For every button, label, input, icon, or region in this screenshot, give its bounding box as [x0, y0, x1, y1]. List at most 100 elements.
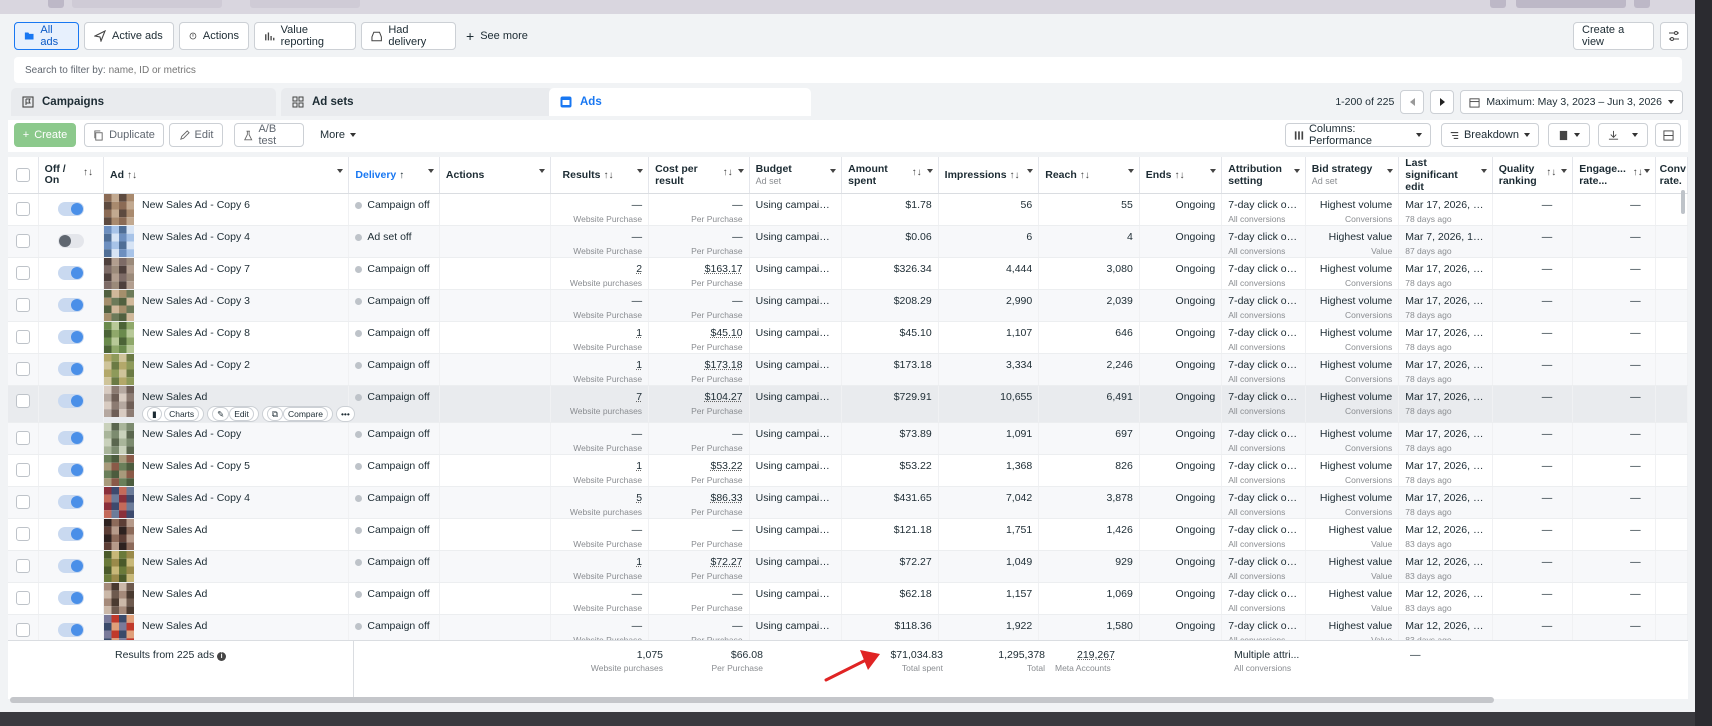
ad-name-cell[interactable]: New Sales Ad: [103, 550, 350, 583]
horizontal-scrollbar[interactable]: [10, 697, 1494, 703]
charts-button[interactable]: ▮ Charts: [142, 406, 205, 422]
ad-thumbnail[interactable]: [104, 290, 135, 321]
table-row[interactable]: New Sales Ad - Copy 8 Campaign off 1 Websit…: [8, 321, 1688, 354]
col-results[interactable]: Results ↑↓: [550, 157, 650, 194]
table-row[interactable]: New Sales Ad - Copy 2 Campaign off 1 Websit…: [8, 353, 1688, 386]
table-row[interactable]: New Sales Ad Campaign off —Website Purchas…: [8, 518, 1688, 551]
row-checkbox[interactable]: [15, 394, 30, 408]
col-ends[interactable]: Ends ↑↓: [1139, 157, 1223, 194]
search-filter-bar[interactable]: Search to filter by:: [14, 57, 1682, 83]
ad-toggle[interactable]: [57, 298, 84, 312]
table-row[interactable]: New Sales Ad - Copy 7 Campaign off 2 Websit…: [8, 257, 1688, 290]
ad-thumbnail[interactable]: [104, 519, 135, 550]
ad-name-cell[interactable]: New Sales Ad - Copy 3: [103, 289, 350, 322]
caret-down-icon[interactable]: [1293, 169, 1300, 173]
more-button[interactable]: More: [313, 123, 363, 147]
ad-name-cell[interactable]: New Sales Ad - Copy 8: [103, 321, 350, 354]
ad-name-cell[interactable]: New Sales Ad - Copy 6: [103, 193, 350, 226]
view-tab-value-reporting[interactable]: Value reporting: [254, 22, 356, 50]
caret-down-icon[interactable]: [1643, 169, 1650, 173]
prev-page-button[interactable]: [1400, 90, 1425, 114]
caret-down-icon[interactable]: [926, 169, 933, 173]
ad-thumbnail[interactable]: [104, 354, 135, 385]
ad-thumbnail[interactable]: [104, 194, 135, 225]
caret-down-icon[interactable]: [427, 169, 434, 173]
caret-down-icon[interactable]: [538, 169, 545, 173]
ad-name-cell[interactable]: New Sales Ad: [103, 582, 350, 615]
caret-down-icon[interactable]: [1480, 169, 1487, 173]
ad-name[interactable]: New Sales Ad - Copy 4: [142, 492, 250, 504]
compare-button[interactable]: ⧉ Compare: [261, 406, 333, 422]
export-dropdown[interactable]: [1598, 123, 1648, 147]
ad-thumbnail[interactable]: [104, 583, 135, 614]
col-cost-per-result[interactable]: Cost per result ↑↓: [648, 157, 750, 194]
col-off-on[interactable]: Off / On ↑↓: [38, 157, 105, 194]
col-engagement[interactable]: Engage... rate... ↑↓: [1572, 157, 1656, 194]
ad-thumbnail[interactable]: [104, 487, 135, 518]
row-checkbox[interactable]: [15, 591, 30, 605]
ad-thumbnail[interactable]: [104, 226, 135, 257]
ad-thumbnail[interactable]: [104, 258, 135, 289]
table-row[interactable]: New Sales Ad - Copy 4 Campaign off 5 Websit…: [8, 486, 1688, 519]
table-row[interactable]: New Sales Ad Campaign off 1 Website Purchas…: [8, 550, 1688, 583]
ad-name-cell[interactable]: New Sales Ad - Copy 7: [103, 257, 350, 290]
row-checkbox[interactable]: [15, 362, 30, 376]
caret-down-icon[interactable]: [1561, 169, 1568, 173]
view-tab-all-ads[interactable]: All ads: [14, 22, 79, 50]
row-checkbox[interactable]: [15, 623, 30, 637]
row-checkbox[interactable]: [15, 330, 30, 344]
col-reach[interactable]: Reach ↑↓: [1038, 157, 1140, 194]
caret-down-icon[interactable]: [337, 169, 344, 173]
row-checkbox[interactable]: [15, 298, 30, 312]
ad-thumbnail[interactable]: [104, 322, 135, 353]
col-budget[interactable]: Budget Ad set: [749, 157, 843, 194]
ad-name[interactable]: New Sales Ad - Copy 4: [142, 231, 250, 243]
ad-toggle[interactable]: [57, 394, 84, 408]
duplicate-button[interactable]: Duplicate: [84, 123, 164, 147]
table-row[interactable]: New Sales Ad - Copy 3 Campaign off — Websit…: [8, 289, 1688, 322]
ad-name[interactable]: New Sales Ad: [142, 524, 207, 536]
caret-down-icon[interactable]: [1387, 169, 1394, 173]
col-delivery[interactable]: Delivery ↑: [348, 157, 440, 194]
view-settings-button[interactable]: [1660, 22, 1688, 50]
ad-name[interactable]: New Sales Ad - Copy: [142, 428, 241, 440]
ad-name[interactable]: New Sales Ad: [142, 391, 207, 403]
view-tab-had-delivery[interactable]: Had delivery: [361, 22, 456, 50]
breakdown-dropdown[interactable]: Breakdown: [1441, 123, 1539, 147]
ad-name-cell[interactable]: New Sales Ad - Copy 2: [103, 353, 350, 386]
row-checkbox[interactable]: [15, 234, 30, 248]
ad-toggle[interactable]: [57, 559, 84, 573]
ad-name-cell[interactable]: New Sales Ad - Copy 4: [103, 486, 350, 519]
ad-thumbnail[interactable]: [104, 551, 135, 582]
table-row[interactable]: New Sales Ad - Copy 5 Campaign off 1 Websit…: [8, 454, 1688, 487]
col-quality[interactable]: Quality ranking ↑↓: [1492, 157, 1574, 194]
row-checkbox[interactable]: [15, 202, 30, 216]
table-row[interactable]: New Sales Ad - Copy 4 Ad set off — Website …: [8, 225, 1688, 258]
caret-down-icon[interactable]: [830, 169, 837, 173]
col-bid-strategy[interactable]: Bid strategy Ad set: [1305, 157, 1400, 194]
ad-name[interactable]: New Sales Ad: [142, 620, 207, 632]
table-row[interactable]: New Sales Ad - Copy 6 Campaign off — Websit…: [8, 193, 1688, 226]
table-row[interactable]: New Sales Ad ▮ Charts ✎ Edit ⧉ Compare ••• Camp…: [8, 385, 1688, 423]
edit-button[interactable]: Edit: [169, 123, 223, 147]
table-row[interactable]: New Sales Ad Campaign off —Website Purchas…: [8, 582, 1688, 615]
caret-down-icon[interactable]: [1027, 169, 1034, 173]
create-button[interactable]: + Create: [14, 123, 76, 147]
ad-toggle[interactable]: [57, 495, 84, 509]
col-impressions[interactable]: Impressions ↑↓: [938, 157, 1040, 194]
ad-name-cell[interactable]: New Sales Ad - Copy 4: [103, 225, 350, 258]
ad-toggle[interactable]: [57, 330, 84, 344]
ad-name[interactable]: New Sales Ad: [142, 556, 207, 568]
ad-name[interactable]: New Sales Ad - Copy 5: [142, 460, 250, 472]
select-all-header[interactable]: [8, 157, 39, 194]
vertical-scrollbar[interactable]: [1681, 190, 1685, 214]
row-checkbox[interactable]: [15, 463, 30, 477]
tab-ads[interactable]: Ads: [549, 88, 811, 116]
ad-toggle[interactable]: [57, 623, 84, 637]
col-amount-spent[interactable]: Amount spent ↑↓: [841, 157, 939, 194]
ad-thumbnail[interactable]: [104, 455, 135, 486]
select-all-checkbox[interactable]: [15, 168, 30, 182]
caret-down-icon[interactable]: [637, 169, 644, 173]
row-checkbox[interactable]: [15, 431, 30, 445]
ad-toggle[interactable]: [57, 527, 84, 541]
